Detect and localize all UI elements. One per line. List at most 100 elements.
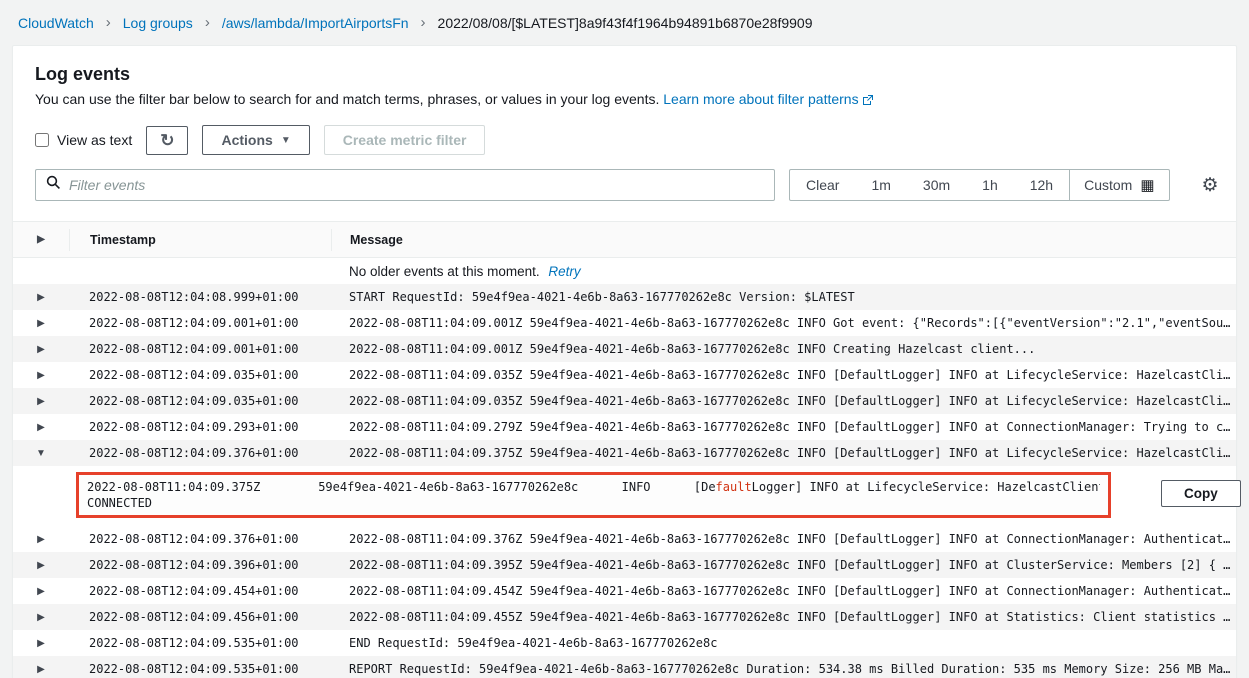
expand-arrow-icon[interactable]: ▶ — [37, 586, 45, 597]
breadcrumb-log-groups[interactable]: Log groups — [123, 15, 193, 31]
learn-more-link[interactable]: Learn more about filter patterns — [663, 91, 858, 107]
toolbar: View as text ↻ Actions ▼ Create metric f… — [35, 125, 1214, 155]
time-range-1h-button[interactable]: 1h — [966, 170, 1014, 200]
log-event-row[interactable]: ▶ 2022-08-08T12:04:09.376+01:00 2022-08-… — [13, 526, 1236, 552]
expanded-event-message-box: 2022-08-08T11:04:09.375Z 59e4f9ea-4021-4… — [76, 472, 1111, 518]
breadcrumb-separator-icon: › — [203, 14, 212, 31]
log-event-row[interactable]: ▶ 2022-08-08T12:04:09.001+01:00 2022-08-… — [13, 336, 1236, 362]
collapse-arrow-icon[interactable]: ▼ — [36, 448, 46, 459]
expanded-event-detail: 2022-08-08T11:04:09.375Z 59e4f9ea-4021-4… — [13, 466, 1236, 526]
expand-arrow-icon: ▶ — [37, 234, 45, 245]
event-timestamp: 2022-08-08T12:04:08.999+01:00 — [69, 290, 331, 304]
event-message: 2022-08-08T11:04:09.454Z 59e4f9ea-4021-4… — [331, 584, 1236, 598]
event-timestamp: 2022-08-08T12:04:09.396+01:00 — [69, 558, 331, 572]
log-events-table: ▶ Timestamp Message No older events at t… — [13, 221, 1236, 678]
breadcrumb-log-stream-name: 2022/08/08/[$LATEST]8a9f43f4f1964b94891b… — [438, 15, 813, 31]
page-description-text: You can use the filter bar below to sear… — [35, 91, 659, 107]
time-range-1m-button[interactable]: 1m — [855, 170, 906, 200]
expand-all-header[interactable]: ▶ — [13, 234, 69, 245]
view-as-text-checkbox[interactable] — [35, 133, 49, 147]
filter-events-input[interactable] — [69, 177, 764, 193]
view-as-text-label: View as text — [57, 132, 132, 148]
event-timestamp: 2022-08-08T12:04:09.001+01:00 — [69, 342, 331, 356]
event-message: 2022-08-08T11:04:09.035Z 59e4f9ea-4021-4… — [331, 368, 1236, 382]
event-message: 2022-08-08T11:04:09.035Z 59e4f9ea-4021-4… — [331, 394, 1236, 408]
detail-text: CONNECTED — [87, 495, 1100, 511]
event-timestamp: 2022-08-08T12:04:09.454+01:00 — [69, 584, 331, 598]
event-timestamp: 2022-08-08T12:04:09.535+01:00 — [69, 662, 331, 676]
expand-arrow-icon[interactable]: ▶ — [37, 396, 45, 407]
refresh-icon: ↻ — [160, 132, 174, 149]
expand-arrow-icon[interactable]: ▶ — [37, 370, 45, 381]
expand-arrow-icon[interactable]: ▶ — [37, 664, 45, 675]
event-message: 2022-08-08T11:04:09.455Z 59e4f9ea-4021-4… — [331, 610, 1236, 624]
event-timestamp: 2022-08-08T12:04:09.456+01:00 — [69, 610, 331, 624]
breadcrumb-separator-icon: › — [419, 14, 428, 31]
gear-icon[interactable]: ⚙ — [1202, 174, 1219, 197]
event-message: 2022-08-08T11:04:09.375Z 59e4f9ea-4021-4… — [331, 446, 1236, 460]
event-timestamp: 2022-08-08T12:04:09.035+01:00 — [69, 394, 331, 408]
search-icon — [46, 175, 61, 195]
no-older-events-text: No older events at this moment. — [349, 264, 540, 279]
view-as-text-option: View as text — [35, 132, 132, 148]
breadcrumb-separator-icon: › — [104, 14, 113, 31]
timestamp-column-header: Timestamp — [69, 229, 331, 251]
event-timestamp: 2022-08-08T12:04:09.293+01:00 — [69, 420, 331, 434]
copy-button[interactable]: Copy — [1161, 480, 1241, 507]
time-range-clear-button[interactable]: Clear — [790, 170, 855, 200]
refresh-button[interactable]: ↻ — [146, 126, 188, 155]
event-message: REPORT RequestId: 59e4f9ea-4021-4e6b-8a6… — [331, 662, 1236, 676]
time-range-30m-button[interactable]: 30m — [907, 170, 966, 200]
log-event-row[interactable]: ▶ 2022-08-08T12:04:09.535+01:00 END Requ… — [13, 630, 1236, 656]
log-event-row[interactable]: ▶ 2022-08-08T12:04:09.001+01:00 2022-08-… — [13, 310, 1236, 336]
chevron-down-icon: ▼ — [281, 135, 291, 146]
event-message: 2022-08-08T11:04:09.376Z 59e4f9ea-4021-4… — [331, 532, 1236, 546]
page-description: You can use the filter bar below to sear… — [35, 91, 1214, 109]
log-event-row[interactable]: ▶ 2022-08-08T12:04:09.035+01:00 2022-08-… — [13, 362, 1236, 388]
detail-highlight-text: fault — [716, 480, 752, 494]
actions-label: Actions — [221, 132, 272, 148]
event-message: 2022-08-08T11:04:09.395Z 59e4f9ea-4021-4… — [331, 558, 1236, 572]
retry-link[interactable]: Retry — [548, 264, 580, 279]
event-timestamp: 2022-08-08T12:04:09.376+01:00 — [69, 532, 331, 546]
expand-arrow-icon[interactable]: ▶ — [37, 344, 45, 355]
filter-row: Clear 1m 30m 1h 12h Custom ▦ ⚙ — [35, 169, 1214, 201]
log-event-row[interactable]: ▶ 2022-08-08T12:04:09.293+01:00 2022-08-… — [13, 414, 1236, 440]
event-message: 2022-08-08T11:04:09.001Z 59e4f9ea-4021-4… — [331, 342, 1236, 356]
expand-arrow-icon[interactable]: ▶ — [37, 318, 45, 329]
actions-button[interactable]: Actions ▼ — [202, 125, 309, 155]
create-metric-filter-button[interactable]: Create metric filter — [324, 125, 486, 155]
expand-arrow-icon[interactable]: ▶ — [37, 612, 45, 623]
log-event-row[interactable]: ▶ 2022-08-08T12:04:08.999+01:00 START Re… — [13, 284, 1236, 310]
event-timestamp: 2022-08-08T12:04:09.535+01:00 — [69, 636, 331, 650]
event-timestamp: 2022-08-08T12:04:09.001+01:00 — [69, 316, 331, 330]
breadcrumb-cloudwatch[interactable]: CloudWatch — [18, 15, 94, 31]
time-range-12h-button[interactable]: 12h — [1014, 170, 1069, 200]
breadcrumb: CloudWatch › Log groups › /aws/lambda/Im… — [0, 0, 1249, 45]
log-events-panel: Log events You can use the filter bar be… — [12, 45, 1237, 678]
time-range-custom-button[interactable]: Custom ▦ — [1069, 170, 1168, 200]
expand-arrow-icon[interactable]: ▶ — [37, 638, 45, 649]
event-message: 2022-08-08T11:04:09.001Z 59e4f9ea-4021-4… — [331, 316, 1236, 330]
log-event-row[interactable]: ▶ 2022-08-08T12:04:09.396+01:00 2022-08-… — [13, 552, 1236, 578]
event-message: START RequestId: 59e4f9ea-4021-4e6b-8a63… — [331, 290, 1236, 304]
log-event-row[interactable]: ▶ 2022-08-08T12:04:09.035+01:00 2022-08-… — [13, 388, 1236, 414]
message-column-header: Message — [331, 229, 1236, 251]
custom-label: Custom — [1084, 177, 1132, 193]
expand-arrow-icon[interactable]: ▶ — [37, 534, 45, 545]
no-older-events-row: No older events at this moment. Retry — [13, 258, 1236, 284]
event-timestamp: 2022-08-08T12:04:09.035+01:00 — [69, 368, 331, 382]
breadcrumb-log-group-name[interactable]: /aws/lambda/ImportAirportsFn — [222, 15, 409, 31]
expand-arrow-icon[interactable]: ▶ — [37, 292, 45, 303]
event-message: END RequestId: 59e4f9ea-4021-4e6b-8a63-1… — [331, 636, 1236, 650]
log-event-row-expanded[interactable]: ▼ 2022-08-08T12:04:09.376+01:00 2022-08-… — [13, 440, 1236, 466]
log-event-row[interactable]: ▶ 2022-08-08T12:04:09.535+01:00 REPORT R… — [13, 656, 1236, 678]
expand-arrow-icon[interactable]: ▶ — [37, 560, 45, 571]
event-message: 2022-08-08T11:04:09.279Z 59e4f9ea-4021-4… — [331, 420, 1236, 434]
log-event-row[interactable]: ▶ 2022-08-08T12:04:09.454+01:00 2022-08-… — [13, 578, 1236, 604]
log-event-row[interactable]: ▶ 2022-08-08T12:04:09.456+01:00 2022-08-… — [13, 604, 1236, 630]
external-link-icon — [862, 93, 874, 109]
calendar-icon: ▦ — [1140, 176, 1154, 194]
expand-arrow-icon[interactable]: ▶ — [37, 422, 45, 433]
filter-events-box — [35, 169, 775, 201]
